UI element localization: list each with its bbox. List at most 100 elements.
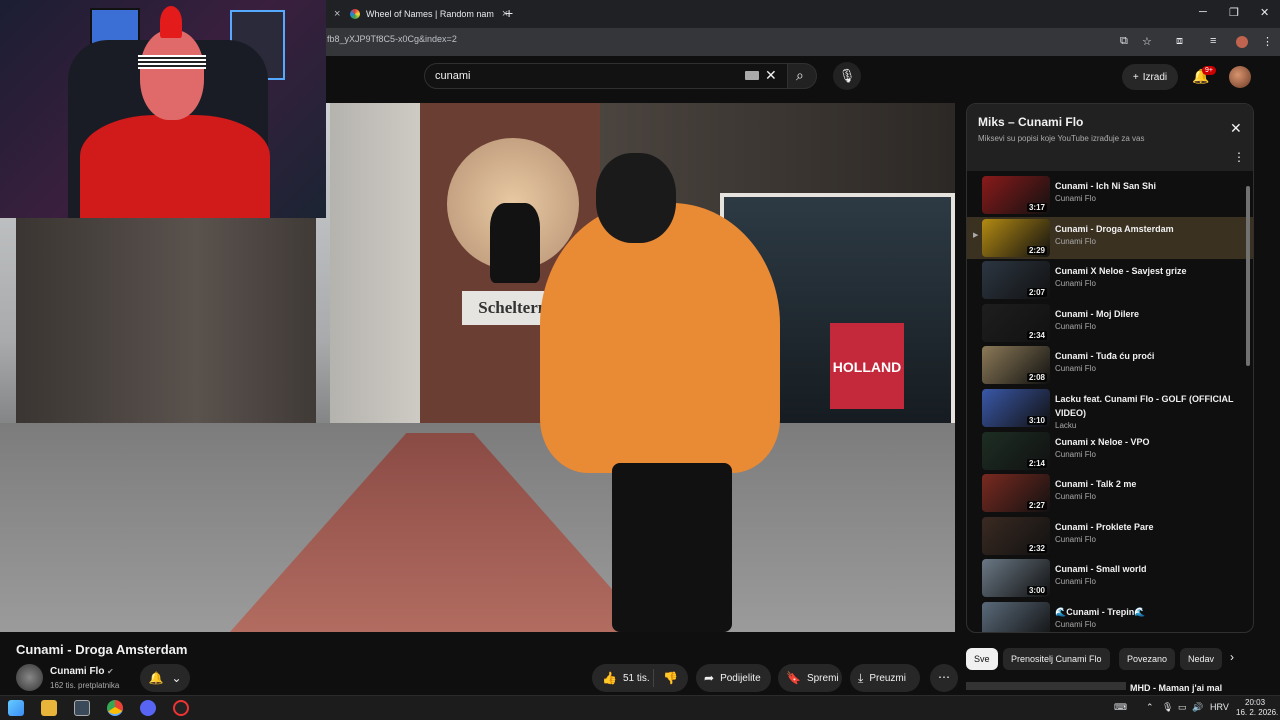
language-indicator[interactable]: HRV: [1210, 702, 1229, 712]
next-video-thumbnail[interactable]: [966, 682, 1126, 690]
filter-chip[interactable]: Nedav: [1180, 648, 1222, 670]
playlist-scrollbar[interactable]: [1246, 186, 1250, 366]
playlist-item[interactable]: 2:34 Cunami - Moj Dilere Cunami Flo: [967, 302, 1253, 345]
volume-tray-icon[interactable]: 🔊: [1192, 702, 1203, 713]
playlist-item-title[interactable]: Cunami - Moj Dilere: [1055, 307, 1235, 321]
playlist-item[interactable]: 3:00 Cunami - Small world Cunami Flo: [967, 557, 1253, 600]
microphone-tray-icon[interactable]: 🎙: [1162, 702, 1173, 713]
browser-menu-icon[interactable]: ⋮: [1262, 35, 1273, 48]
playlist-item-title[interactable]: 🌊Cunami - Trepin🌊: [1055, 605, 1235, 619]
url-text[interactable]: fb8_yXJP9Tf8C5-x0Cg&index=2: [327, 34, 457, 44]
search-button[interactable]: ⌕: [787, 63, 817, 89]
playlist-title[interactable]: Miks – Cunami Flo: [978, 115, 1083, 129]
playlist-item-title[interactable]: Cunami x Neloe - VPO: [1055, 435, 1235, 449]
search-query[interactable]: cunami: [435, 70, 470, 82]
keyboard-icon[interactable]: [745, 71, 759, 80]
playlist-menu-icon[interactable]: ⋮: [1233, 150, 1245, 164]
search-input[interactable]: cunami ✕: [424, 63, 788, 89]
install-icon[interactable]: ⧉: [1120, 35, 1128, 48]
clock-date[interactable]: 16. 2. 2026.: [1236, 708, 1278, 717]
save-button[interactable]: 🔖 Spremi: [778, 664, 842, 692]
filter-chip[interactable]: Povezano: [1119, 648, 1176, 670]
tray-chevron-icon[interactable]: ⌃: [1146, 702, 1154, 713]
chrome-icon[interactable]: [107, 700, 123, 716]
tab-close-icon[interactable]: ×: [334, 8, 340, 20]
subscription-notification-button[interactable]: 🔔 ⌄: [140, 664, 190, 692]
playlist-thumbnail[interactable]: 2:27: [982, 474, 1050, 513]
file-explorer-icon[interactable]: [41, 700, 57, 716]
browser-profile-avatar[interactable]: [1236, 36, 1248, 48]
obs-icon[interactable]: [173, 700, 189, 716]
playlist-subtitle: Miksevi su popisi koje YouTube izrađuje …: [978, 134, 1145, 143]
clock-time[interactable]: 20:03: [1245, 698, 1265, 707]
keyboard-tray-icon[interactable]: ⌨: [1114, 702, 1127, 713]
playlist-thumbnail[interactable]: 3:00: [982, 559, 1050, 598]
share-button[interactable]: ➦ Podijelite: [696, 664, 771, 692]
playlist-thumbnail[interactable]: 2:14: [982, 431, 1050, 470]
playlist-panel: Miks – Cunami Flo Miksevi su popisi koje…: [966, 103, 1254, 633]
duration-badge: 2:07: [1026, 288, 1047, 298]
playlist-item[interactable]: 2:14 Cunami x Neloe - VPO Cunami Flo: [967, 430, 1253, 473]
bell-icon: 🔔: [148, 671, 164, 685]
discord-icon[interactable]: [140, 700, 156, 716]
duration-badge: 3:00: [1026, 586, 1047, 596]
playlist-item-title[interactable]: Cunami - Proklete Pare: [1055, 520, 1235, 534]
playlist-item[interactable]: 🌊Cunami - Trepin🌊 Cunami Flo: [967, 600, 1253, 632]
channel-avatar[interactable]: [16, 664, 43, 691]
duration-badge: 2:34: [1026, 330, 1047, 340]
extensions-icon[interactable]: ⧈: [1176, 35, 1183, 48]
playlist-item[interactable]: 3:10 Lacku feat. Cunami Flo - GOLF (OFFIC…: [967, 387, 1253, 430]
filter-chip[interactable]: Prenositelj Cunami Flo: [1003, 648, 1110, 670]
playlist-thumbnail[interactable]: 2:34: [982, 303, 1050, 342]
tab-previous[interactable]: ×: [326, 3, 340, 25]
playlist-thumbnail[interactable]: 2:07: [982, 261, 1050, 300]
chevron-right-icon[interactable]: ›: [1230, 650, 1234, 664]
now-playing-icon: ▶: [973, 231, 979, 239]
playlist-item[interactable]: 2:08 Cunami - Tuđa ću proći Cunami Flo: [967, 344, 1253, 387]
playlist-thumbnail[interactable]: 3:10: [982, 388, 1050, 427]
more-icon: ⋯: [938, 670, 950, 684]
playlist-item[interactable]: ▶ 2:29 Cunami - Droga Amsterdam Cunami Flo: [967, 216, 1253, 260]
playlist-thumbnail[interactable]: 2:08: [982, 346, 1050, 385]
channel-name[interactable]: Cunami Flo: [50, 666, 104, 677]
maximize-button[interactable]: ❐: [1229, 6, 1239, 19]
media-icon[interactable]: ≡: [1210, 35, 1216, 47]
video-person-legs: [612, 463, 732, 632]
playlist-item[interactable]: 2:27 Cunami - Talk 2 me Cunami Flo: [967, 472, 1253, 515]
playlist-item-title[interactable]: Cunami - Droga Amsterdam: [1055, 222, 1235, 236]
playlist-item-title[interactable]: Cunami X Neloe - Savjest grize: [1055, 264, 1235, 278]
more-actions-button[interactable]: ⋯: [930, 664, 958, 692]
dislike-button[interactable]: 👎: [654, 671, 678, 685]
playlist-item-title[interactable]: Cunami - Talk 2 me: [1055, 477, 1235, 491]
download-button[interactable]: ⤓ Preuzmi: [850, 664, 920, 692]
clear-search-icon[interactable]: ✕: [765, 67, 777, 84]
network-tray-icon[interactable]: ▭: [1178, 702, 1187, 713]
user-avatar[interactable]: [1229, 66, 1251, 88]
playlist-item-title[interactable]: Cunami - Tuđa ću proći: [1055, 349, 1235, 363]
playlist-item-title[interactable]: Lacku feat. Cunami Flo - GOLF (OFFICIAL …: [1055, 392, 1235, 420]
playlist-thumbnail[interactable]: 3:17: [982, 176, 1050, 214]
close-icon[interactable]: ✕: [1230, 120, 1242, 137]
playlist-item-title[interactable]: Cunami - Small world: [1055, 562, 1235, 576]
store-icon[interactable]: [74, 700, 90, 716]
next-video-title[interactable]: MHD - Maman j'ai mal: [1130, 683, 1222, 693]
playlist-item[interactable]: 2:32 Cunami - Proklete Pare Cunami Flo: [967, 515, 1253, 558]
playlist-item[interactable]: 3:17 Cunami - Ich Ni San Shi Cunami Flo: [967, 174, 1253, 217]
playlist-item[interactable]: 2:07 Cunami X Neloe - Savjest grize Cunami…: [967, 259, 1253, 302]
playlist-thumbnail[interactable]: 2:32: [982, 516, 1050, 555]
new-tab-button[interactable]: +: [505, 5, 513, 21]
tab-wheel-of-names[interactable]: Wheel of Names | Random nam ×: [350, 3, 508, 25]
minimize-button[interactable]: ─: [1199, 6, 1207, 18]
video-person-orange-sweater: [540, 203, 780, 473]
like-button[interactable]: 👍 51 tis.: [592, 669, 654, 687]
playlist-thumbnail[interactable]: 2:29: [982, 218, 1050, 257]
voice-search-button[interactable]: 🎙: [833, 62, 861, 90]
playlist-item-title[interactable]: Cunami - Ich Ni San Shi: [1055, 179, 1235, 193]
bookmark-star-icon[interactable]: ☆: [1142, 35, 1152, 48]
playlist-thumbnail[interactable]: [982, 601, 1050, 632]
create-button[interactable]: + Izradi: [1122, 64, 1178, 90]
search-icon: ⌕: [796, 67, 804, 83]
windows-start-icon[interactable]: [8, 700, 24, 716]
filter-chip[interactable]: Sve: [966, 648, 998, 670]
close-window-button[interactable]: ✕: [1260, 6, 1269, 19]
